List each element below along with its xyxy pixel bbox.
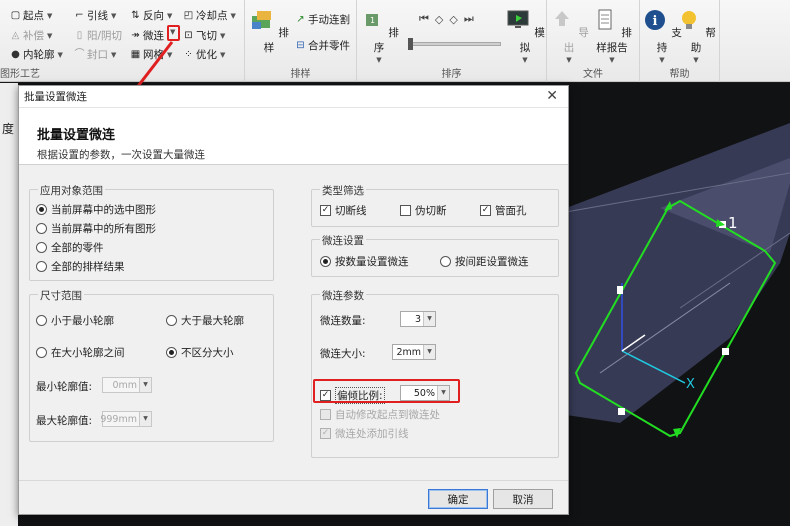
cancel-button[interactable]: 取消: [493, 489, 553, 509]
scope-option-selected-shapes[interactable]: 当前屏幕中的选中图形: [36, 202, 156, 217]
size-option-greater-than-max[interactable]: 大于最大轮廓: [166, 313, 244, 328]
chevron-down-icon: ▼: [139, 378, 151, 392]
radio-icon: [36, 204, 47, 215]
chevron-down-icon: ▼: [423, 345, 435, 359]
count-combo[interactable]: 3 ▼: [400, 311, 436, 327]
max-contour-combo[interactable]: 999mm ▼: [100, 411, 152, 427]
chevron-down-icon: ▼: [139, 412, 151, 426]
highlight-offset-ratio: [313, 379, 460, 403]
type-cut-line-checkbox[interactable]: ✓ 切断线: [320, 203, 367, 218]
radio-icon: [36, 261, 47, 272]
scope-option-all-nests[interactable]: 全部的排样结果: [36, 259, 125, 274]
close-icon[interactable]: ✕: [546, 88, 558, 104]
dialog-footer: 确定 取消: [19, 480, 568, 514]
scope-group: 应用对象范围 当前屏幕中的选中图形 当前屏幕中的所有图形 全部的零件 全部的排样…: [29, 183, 274, 281]
auto-start-checkbox[interactable]: 自动修改起点到微连处: [320, 407, 440, 422]
radio-icon: [36, 347, 47, 358]
size-option-between[interactable]: 在大小轮廓之间: [36, 345, 125, 360]
radio-icon: [36, 242, 47, 253]
radio-icon: [166, 315, 177, 326]
size-combo[interactable]: 2mm ▼: [392, 344, 436, 360]
checkbox-icon: [320, 409, 331, 420]
radio-icon: [166, 347, 177, 358]
dialog-heading: 批量设置微连: [37, 128, 116, 143]
type-filter-legend: 类型筛选: [320, 183, 366, 198]
size-range-group: 尺寸范围 小于最小轮廓 大于最大轮廓 在大小轮廓之间 不区分大小 最小轮廓值: …: [29, 288, 274, 442]
mode-by-spacing-radio[interactable]: 按间距设置微连: [440, 254, 529, 269]
radio-icon: [320, 256, 331, 267]
radio-icon: [36, 223, 47, 234]
size-option-less-than-min[interactable]: 小于最小轮廓: [36, 313, 114, 328]
radio-icon: [440, 256, 451, 267]
min-contour-label: 最小轮廓值:: [36, 381, 93, 393]
checkbox-icon: ✓: [320, 428, 331, 439]
scope-option-all-shapes[interactable]: 当前屏幕中的所有图形: [36, 221, 156, 236]
params-legend: 微连参数: [320, 288, 366, 303]
size-option-any[interactable]: 不区分大小: [166, 345, 234, 360]
batch-micro-joint-dialog: 批量设置微连 ✕ 批量设置微连 根据设置的参数，一次设置大量微连 应用对象范围 …: [18, 85, 569, 515]
ok-button[interactable]: 确定: [428, 489, 488, 509]
dialog-titlebar: 批量设置微连: [19, 86, 568, 108]
type-filter-group: 类型筛选 ✓ 切断线 伪切断 ✓ 管面孔: [311, 183, 559, 227]
checkbox-icon: ✓: [320, 205, 331, 216]
scope-option-all-parts[interactable]: 全部的零件: [36, 240, 104, 255]
micro-joint-mode-group: 微连设置 按数量设置微连 按间距设置微连: [311, 233, 559, 277]
dialog-header: 批量设置微连 根据设置的参数，一次设置大量微连: [19, 108, 568, 165]
size-label: 微连大小:: [320, 348, 366, 360]
type-tube-hole-checkbox[interactable]: ✓ 管面孔: [480, 203, 527, 218]
add-lead-checkbox[interactable]: ✓ 微连处添加引线: [320, 426, 409, 441]
count-label: 微连数量:: [320, 315, 366, 327]
micro-joint-params-group: 微连参数 微连数量: 3 ▼ 微连大小: 2mm ▼ ✓ 偏倾比例: 50% ▼ 自动修…: [311, 288, 559, 458]
size-range-legend: 尺寸范围: [38, 288, 84, 303]
dialog-title: 批量设置微连: [24, 91, 87, 103]
max-contour-label: 最大轮廓值:: [36, 415, 93, 427]
mode-legend: 微连设置: [320, 233, 366, 248]
min-contour-combo[interactable]: 0mm ▼: [102, 377, 152, 393]
dialog-description: 根据设置的参数，一次设置大量微连: [37, 149, 205, 161]
checkbox-icon: [400, 205, 411, 216]
radio-icon: [36, 315, 47, 326]
chevron-down-icon: ▼: [423, 312, 435, 326]
scope-legend: 应用对象范围: [38, 183, 105, 198]
mode-by-count-radio[interactable]: 按数量设置微连: [320, 254, 409, 269]
type-pseudo-cut-checkbox[interactable]: 伪切断: [400, 203, 447, 218]
checkbox-icon: ✓: [480, 205, 491, 216]
